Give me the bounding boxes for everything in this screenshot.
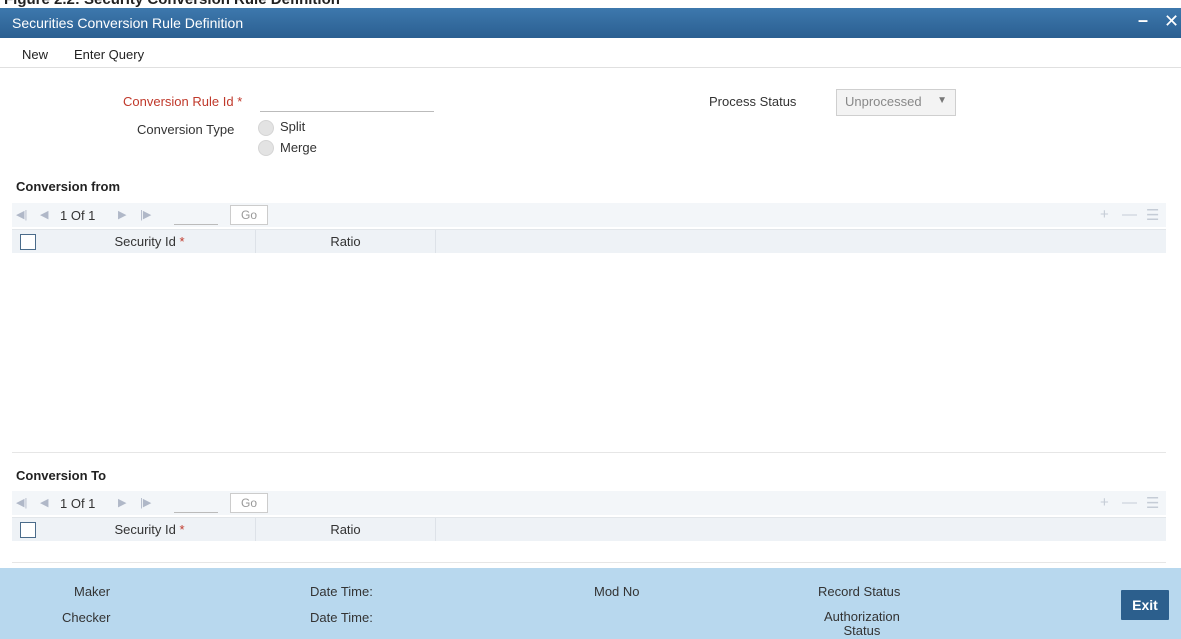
authorization-status-line2: Status [843,623,881,638]
required-mark: * [179,234,185,249]
process-status-label: Process Status [709,94,797,109]
record-status-label: Record Status [818,584,901,599]
prev-page-icon[interactable]: ◀ [40,208,48,221]
audit-footer: Maker Checker Date Time: Date Time: Mod … [0,568,1181,639]
conversion-rule-id-label: Conversion Rule Id * [123,94,242,109]
maker-label: Maker [74,584,111,599]
add-row-icon[interactable]: + [1100,494,1109,511]
security-id-column-header: Security Id * [44,518,256,542]
delete-row-icon[interactable]: — [1122,494,1137,511]
list-view-icon[interactable]: ☰ [1146,206,1159,224]
split-radio[interactable] [258,120,274,136]
menu-bar: New Enter Query [0,38,1181,68]
authorization-status-line1: Authorization [824,609,900,624]
first-page-icon[interactable]: ◀| [16,208,27,221]
last-page-icon[interactable]: |▶ [140,496,151,509]
process-status-value: Unprocessed [845,94,922,109]
page-number-input[interactable] [174,205,218,225]
first-page-icon[interactable]: ◀| [16,496,27,509]
conversion-to-grid-header: Security Id * Ratio [12,517,1166,542]
conversion-from-grid-header: Security Id * Ratio [12,229,1166,254]
go-button[interactable]: Go [230,493,268,513]
maker-date-time-label: Date Time: [310,584,373,599]
page-number-input[interactable] [174,493,218,513]
figure-caption-strip: Figure 2.2: Security Conversion Rule Def… [0,0,1181,8]
conversion-from-title: Conversion from [16,179,121,194]
next-page-icon[interactable]: ▶ [118,208,126,221]
list-view-icon[interactable]: ☰ [1146,494,1159,512]
page-indicator: 1 Of 1 [60,208,96,223]
checker-date-time-label: Date Time: [310,610,373,625]
page-indicator: 1 Of 1 [60,496,96,511]
chevron-down-icon: ▼ [937,95,947,106]
conversion-to-title: Conversion To [16,468,107,483]
menu-new[interactable]: New [22,47,48,62]
next-page-icon[interactable]: ▶ [118,496,126,509]
process-status-select[interactable]: Unprocessed ▼ [836,89,956,116]
conversion-to-grid-body [12,541,1166,563]
checker-label: Checker [62,610,111,625]
conversion-from-grid-body [12,253,1166,453]
conversion-rule-id-label-text: Conversion Rule Id [123,94,234,109]
close-button[interactable]: ✕ [1164,11,1179,32]
conversion-rule-id-input[interactable] [260,92,434,112]
select-all-checkbox[interactable] [20,522,36,538]
required-mark: * [237,94,243,109]
conversion-to-pager: ◀| ◀ 1 Of 1 ▶ |▶ Go + — ☰ [12,491,1166,515]
split-label: Split [280,119,306,134]
authorization-status-label: Authorization Status [824,610,900,638]
select-all-checkbox[interactable] [20,234,36,250]
menu-enter-query[interactable]: Enter Query [74,47,144,62]
add-row-icon[interactable]: + [1100,206,1109,223]
conversion-type-label: Conversion Type [137,122,235,137]
security-id-header-text: Security Id [114,234,176,249]
window-title: Securities Conversion Rule Definition [12,15,244,31]
merge-radio[interactable] [258,140,274,156]
required-mark: * [179,522,185,537]
go-button[interactable]: Go [230,205,268,225]
last-page-icon[interactable]: |▶ [140,208,151,221]
security-id-header-text: Security Id [114,522,176,537]
window-titlebar: Securities Conversion Rule Definition – … [0,8,1181,38]
exit-button[interactable]: Exit [1121,590,1169,620]
delete-row-icon[interactable]: — [1122,206,1137,223]
security-id-column-header: Security Id * [44,230,256,254]
conversion-from-pager: ◀| ◀ 1 Of 1 ▶ |▶ Go + — ☰ [12,203,1166,227]
mod-no-label: Mod No [594,584,640,599]
ratio-column-header: Ratio [256,518,436,542]
prev-page-icon[interactable]: ◀ [40,496,48,509]
minimize-button[interactable]: – [1138,10,1148,31]
figure-caption: Figure 2.2: Security Conversion Rule Def… [4,0,340,8]
merge-label: Merge [280,140,317,155]
ratio-column-header: Ratio [256,230,436,254]
